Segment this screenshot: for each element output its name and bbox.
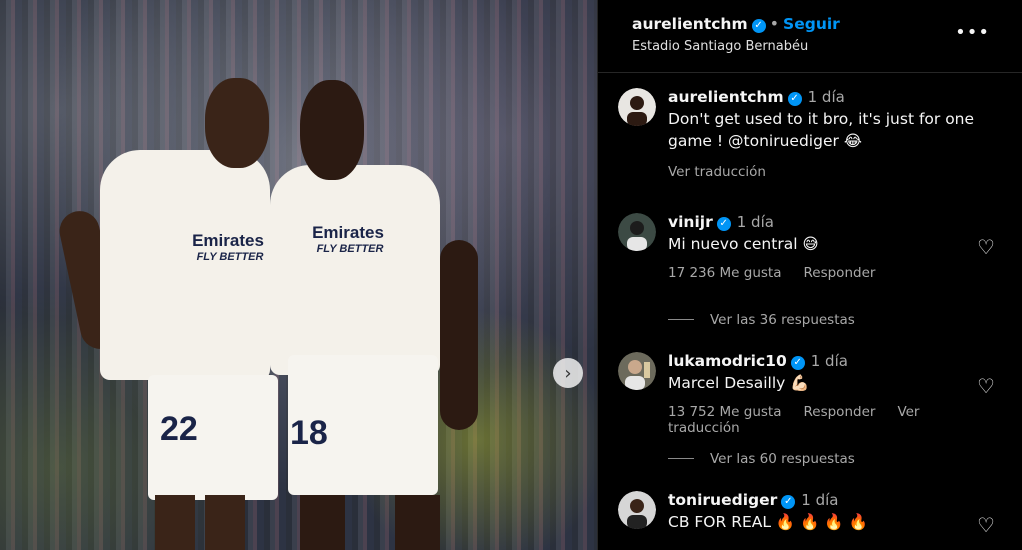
comment-text: Marcel Desailly 💪🏻	[668, 374, 810, 392]
reply-button[interactable]: Responder	[804, 265, 876, 281]
heart-icon[interactable]: ♡	[976, 376, 996, 396]
header-divider	[598, 72, 1022, 73]
player-right-head	[300, 80, 364, 180]
comment-text: Mi nuevo central 😅	[668, 235, 819, 253]
post-username[interactable]: aurelientchm	[632, 15, 748, 33]
heart-icon[interactable]: ♡	[976, 237, 996, 257]
comment-username[interactable]: vinijr	[668, 213, 713, 231]
translate-link[interactable]: Ver traducción	[668, 164, 766, 180]
jersey-sponsor-left: Emirates	[192, 231, 264, 250]
separator-dot: •	[769, 14, 780, 33]
replies-line	[668, 458, 694, 459]
comment-username[interactable]: aurelientchm	[668, 88, 784, 106]
player-right-leg	[395, 495, 440, 550]
likes-count[interactable]: 17 236 Me gusta	[668, 265, 782, 281]
shorts-number-right: 18	[290, 414, 328, 452]
player-left-leg	[205, 495, 245, 550]
verified-badge-icon: ✓	[716, 217, 731, 231]
comment-username[interactable]: toniruediger	[668, 491, 777, 509]
reply-button[interactable]: Responder	[804, 404, 876, 420]
jersey-tagline-left: FLY BETTER	[196, 251, 264, 263]
comments-panel: aurelientchm ✓ • Seguir Estadio Santiago Be…	[597, 0, 1022, 550]
replies-line	[668, 319, 694, 320]
jersey-tagline-right: FLY BETTER	[316, 243, 384, 255]
follow-button[interactable]: Seguir	[783, 15, 840, 33]
view-replies-label: Ver las 36 respuestas	[710, 312, 855, 328]
heart-icon[interactable]: ♡	[976, 515, 996, 535]
avatar[interactable]	[618, 88, 656, 126]
verified-badge-icon: ✓	[790, 356, 805, 370]
view-replies-label: Ver las 60 respuestas	[710, 451, 855, 467]
avatar[interactable]	[618, 352, 656, 390]
avatar[interactable]	[618, 491, 656, 529]
comment-time: 1 día	[801, 491, 839, 509]
post-photo[interactable]: Emirates FLY BETTER 22 Emirates FLY BETT…	[0, 0, 597, 550]
player-left-head	[205, 78, 269, 168]
verified-badge-icon: ✓	[787, 92, 802, 106]
player-right-arm	[440, 240, 478, 430]
instagram-post-view: Emirates FLY BETTER 22 Emirates FLY BETT…	[0, 0, 1022, 550]
verified-badge-icon: ✓	[781, 495, 796, 509]
chevron-right-icon[interactable]: ›	[553, 358, 583, 388]
comment-time: 1 día	[810, 352, 848, 370]
comment-text: CB FOR REAL 🔥 🔥 🔥 🔥	[668, 513, 868, 531]
shorts-number-left: 22	[160, 410, 198, 448]
player-left-jersey	[100, 150, 270, 380]
comment-text: Don't get used to it bro, it's just for …	[668, 110, 975, 150]
comment-username[interactable]: lukamodric10	[668, 352, 787, 370]
player-right-leg	[300, 495, 345, 550]
comment-time: 1 día	[736, 213, 774, 231]
likes-count[interactable]: 13 752 Me gusta	[668, 404, 782, 420]
view-replies-link[interactable]: Ver las 36 respuestas	[668, 312, 855, 328]
verified-badge-icon: ✓	[751, 19, 766, 33]
more-horizontal-icon[interactable]: •••	[955, 22, 990, 43]
view-replies-link[interactable]: Ver las 60 respuestas	[668, 451, 855, 467]
player-right-jersey	[270, 165, 440, 375]
avatar[interactable]	[618, 213, 656, 251]
player-left-leg	[155, 495, 195, 550]
jersey-sponsor-right: Emirates	[312, 223, 384, 242]
comment-time: 1 día	[807, 88, 845, 106]
